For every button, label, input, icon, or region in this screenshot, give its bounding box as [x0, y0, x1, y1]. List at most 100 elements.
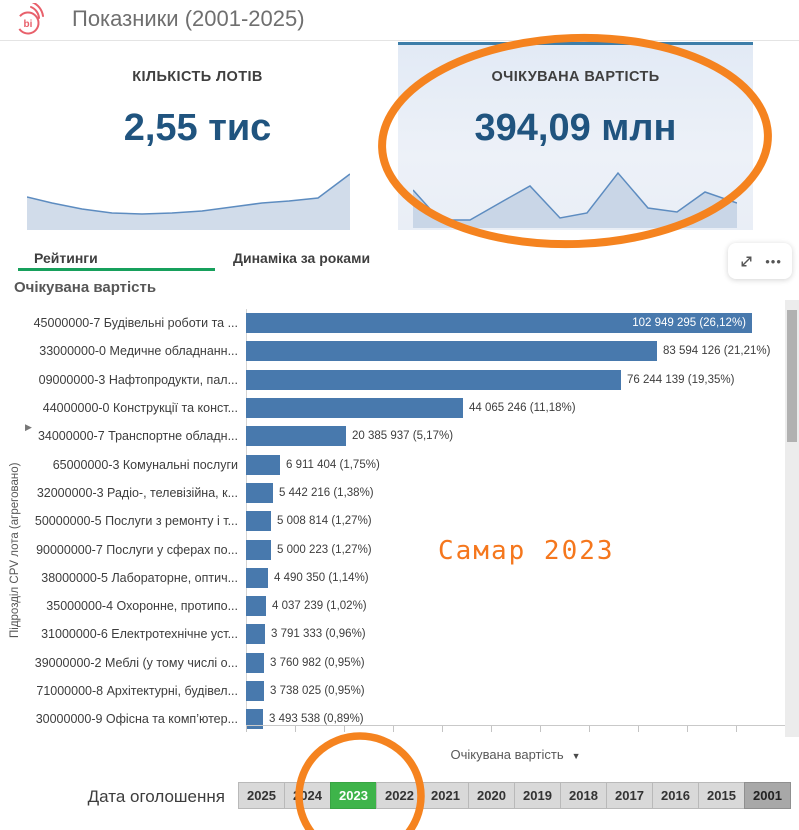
axis-tick	[491, 726, 492, 732]
kpi-card-expected-value[interactable]: ОЧІКУВАНА ВАРТІСТЬ 394,09 млн	[398, 42, 753, 230]
chart-row: 31000000-6 Електротехнічне уст... 3 791 3…	[0, 620, 785, 648]
category-label[interactable]: 33000000-0 Медичне обладнанн...	[0, 344, 246, 358]
year-button-2015[interactable]: 2015	[698, 782, 745, 809]
category-label[interactable]: 09000000-3 Нафтопродукти, пал...	[0, 373, 246, 387]
category-label[interactable]: 50000000-5 Послуги з ремонту і т...	[0, 514, 246, 528]
axis-tick	[295, 726, 296, 732]
svg-text:bi: bi	[24, 19, 33, 30]
expand-icon[interactable]	[738, 253, 755, 270]
value-label: 4 490 350 (1,14%)	[274, 572, 369, 584]
value-label: 6 911 404 (1,75%)	[286, 459, 380, 471]
bar[interactable]	[246, 681, 264, 701]
x-axis-line	[246, 725, 785, 726]
chart-row: 50000000-5 Послуги з ремонту і т... 5 008…	[0, 507, 785, 535]
category-label[interactable]: 90000000-7 Послуги у сферах по...	[0, 543, 246, 557]
bar[interactable]	[246, 624, 265, 644]
tab-ratings[interactable]: Рейтинги	[34, 250, 98, 266]
bar[interactable]	[246, 455, 280, 475]
bar[interactable]	[246, 398, 463, 418]
year-button-2016[interactable]: 2016	[652, 782, 699, 809]
kpi-expected-sparkline	[413, 170, 737, 228]
filter-label: Дата оголошення	[40, 787, 225, 807]
value-label: 3 791 333 (0,96%)	[271, 628, 366, 640]
bar[interactable]	[246, 596, 266, 616]
bi-logo-icon[interactable]: bi	[12, 3, 54, 44]
bar[interactable]	[246, 653, 264, 673]
year-button-2024[interactable]: 2024	[284, 782, 331, 809]
kpi-lots-sparkline	[27, 170, 350, 230]
chart-row: 65000000-3 Комунальні послуги 6 911 404 (…	[0, 450, 785, 478]
year-button-2025[interactable]: 2025	[238, 782, 285, 809]
active-tab-underline	[18, 268, 215, 271]
chart-row: 71000000-8 Архітектурні, будівел...3 738…	[0, 677, 785, 705]
chart-row: 45000000-7 Будівельні роботи та ... 102 9…	[0, 309, 785, 337]
category-label[interactable]: 44000000-0 Конструкції та конст...	[0, 401, 246, 415]
category-label[interactable]: 35000000-4 Охоронне, протипо...	[0, 599, 246, 613]
chart-scrollbar[interactable]	[785, 300, 799, 737]
year-button-2021[interactable]: 2021	[422, 782, 469, 809]
chart-row: 38000000-5 Лабораторне, оптич... 4 490 35…	[0, 564, 785, 592]
value-label: 20 385 937 (5,17%)	[352, 430, 453, 442]
chart-scrollbar-thumb[interactable]	[787, 310, 797, 442]
value-label: 76 244 139 (19,35%)	[627, 374, 734, 386]
year-button-2001[interactable]: 2001	[744, 782, 791, 809]
kpi-expected-title: ОЧІКУВАНА ВАРТІСТЬ	[398, 69, 753, 85]
bar[interactable]: 102 949 295 (26,12%)	[246, 313, 752, 333]
value-label: 3 760 982 (0,95%)	[270, 657, 365, 669]
kpi-lots-value: 2,55 тис	[0, 107, 395, 150]
chart-row: 09000000-3 Нафтопродукти, пал... 76 244 1…	[0, 366, 785, 394]
bar[interactable]	[246, 341, 657, 361]
axis-tick	[687, 726, 688, 732]
chart-row: 44000000-0 Конструкції та конст... 44 065…	[0, 394, 785, 422]
kpi-card-lots[interactable]: КІЛЬКІСТЬ ЛОТІВ 2,55 тис	[0, 45, 395, 230]
year-button-2019[interactable]: 2019	[514, 782, 561, 809]
category-label[interactable]: 71000000-8 Архітектурні, будівел...	[0, 684, 246, 698]
value-label: 102 949 295 (26,12%)	[632, 317, 746, 329]
bar[interactable]	[246, 483, 273, 503]
year-button-2017[interactable]: 2017	[606, 782, 653, 809]
axis-tick	[540, 726, 541, 732]
axis-tick	[638, 726, 639, 732]
category-label[interactable]: 30000000-9 Офісна та комп’ютер...	[0, 712, 246, 726]
chart-row: 34000000-7 Транспортне обладн... 20 385 9…	[0, 422, 785, 450]
year-button-2018[interactable]: 2018	[560, 782, 607, 809]
category-label[interactable]: 32000000-3 Радіо-, телевізійна, к...	[0, 486, 246, 500]
chevron-down-icon: ▼	[572, 751, 581, 761]
bar[interactable]	[246, 568, 268, 588]
chart-title: Очікувана вартість	[14, 279, 156, 296]
bar[interactable]	[246, 370, 621, 390]
value-label: 44 065 246 (11,18%)	[469, 402, 576, 414]
year-button-2023[interactable]: 2023	[330, 782, 377, 809]
axis-tick	[589, 726, 590, 732]
chart-row: 32000000-3 Радіо-, телевізійна, к... 5 44…	[0, 479, 785, 507]
year-button-2022[interactable]: 2022	[376, 782, 423, 809]
axis-tick	[736, 726, 737, 732]
category-label[interactable]: 39000000-2 Меблі (у тому числі о...	[0, 656, 246, 670]
category-label[interactable]: 45000000-7 Будівельні роботи та ...	[0, 316, 246, 330]
more-menu-icon[interactable]: •••	[765, 254, 782, 269]
axis-tick	[344, 726, 345, 732]
value-label: 3 493 538 (0,89%)	[269, 713, 364, 725]
page-title: Показники (2001-2025)	[72, 6, 305, 32]
bar-chart: 45000000-7 Будівельні роботи та ... 102 9…	[0, 309, 785, 733]
x-axis-measure-dropdown[interactable]: Очікувана вартість▼	[246, 747, 785, 762]
category-label[interactable]: 38000000-5 Лабораторне, оптич...	[0, 571, 246, 585]
value-label: 5 008 814 (1,27%)	[277, 515, 372, 527]
category-label[interactable]: 31000000-6 Електротехнічне уст...	[0, 627, 246, 641]
chart-row: 39000000-2 Меблі (у тому числі о... 3 760…	[0, 649, 785, 677]
kpi-expected-value: 394,09 млн	[398, 107, 753, 150]
category-label[interactable]: 65000000-3 Комунальні послуги	[0, 458, 246, 472]
chart-row: 90000000-7 Послуги у сферах по...5 000 2…	[0, 535, 785, 563]
bar[interactable]	[246, 540, 271, 560]
category-label[interactable]: 34000000-7 Транспортне обладн...	[0, 429, 246, 443]
year-filter-bar: 2025202420232022202120202019201820172016…	[238, 782, 791, 809]
value-label: 5 442 216 (1,38%)	[279, 487, 374, 499]
year-button-2020[interactable]: 2020	[468, 782, 515, 809]
bar[interactable]	[246, 426, 346, 446]
tab-dynamics[interactable]: Динаміка за роками	[233, 250, 370, 266]
header: bi Показники (2001-2025)	[0, 0, 799, 41]
value-label: 83 594 126 (21,21%)	[663, 345, 770, 357]
bar[interactable]	[246, 511, 271, 531]
bar[interactable]	[246, 709, 263, 729]
axis-tick	[393, 726, 394, 732]
